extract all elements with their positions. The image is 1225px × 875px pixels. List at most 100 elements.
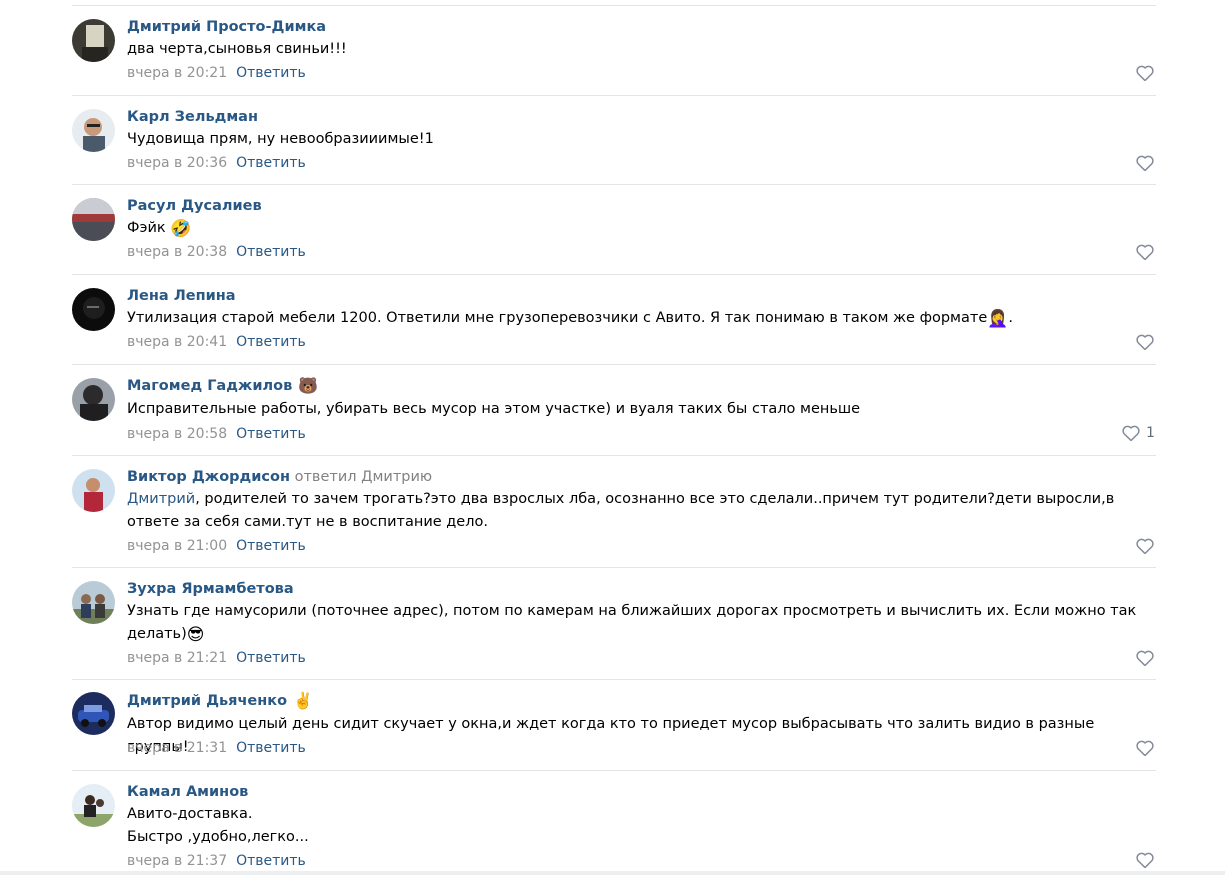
comment-text-body: Чудовища прям, ну невообразииимые!1	[127, 131, 434, 147]
comment-item: Дмитрий Дьяченко ✌️ Автор видимо целый де…	[72, 680, 1156, 771]
heart-outline-icon	[1136, 155, 1154, 171]
comment-time[interactable]: вчера в 20:38	[127, 244, 227, 260]
comment-text: Чудовища прям, ну невообразииимые!1	[127, 128, 1156, 151]
avatar[interactable]	[72, 692, 115, 735]
comment-item: Лена Лепина Утилизация старой мебели 120…	[72, 275, 1156, 365]
avatar[interactable]	[72, 198, 115, 241]
heart-outline-icon	[1136, 244, 1154, 260]
reply-button[interactable]: Ответить	[236, 853, 306, 869]
author-name[interactable]: Камал Аминов	[127, 784, 248, 800]
mention-link[interactable]: Дмитрий	[127, 491, 195, 507]
author-name[interactable]: Дмитрий Просто-Димка	[127, 19, 326, 35]
rofl-emoji: 🤣	[170, 219, 192, 239]
heart-outline-icon	[1136, 650, 1154, 666]
comment-item: Зухра Ярмамбетова Узнать где намусорили …	[72, 568, 1156, 680]
comment-meta: вчера в 21:37 Ответить	[127, 852, 306, 870]
comment-meta: вчера в 21:00 Ответить	[127, 537, 306, 555]
comment-text: Фэйк 🤣	[127, 217, 1156, 241]
comment-text: два черта,сыновья свиньи!!!	[127, 38, 1156, 61]
comment-time[interactable]: вчера в 21:37	[127, 853, 227, 869]
heart-outline-icon	[1136, 852, 1154, 868]
comment-meta: вчера в 20:38 Ответить	[127, 243, 306, 261]
like-button[interactable]	[1136, 740, 1154, 756]
comment-text-line: Авито-доставка.	[127, 806, 253, 822]
victory-hand-badge-icon: ✌️	[293, 691, 314, 710]
comment-text-tail: .	[1008, 310, 1014, 326]
author-name[interactable]: Карл Зельдман	[127, 109, 258, 125]
like-button[interactable]	[1136, 244, 1154, 260]
comment-text-body: Фэйк	[127, 220, 166, 236]
comment-text-body: Узнать где намусорили (поточнее адрес), …	[127, 603, 1137, 642]
author-line: Зухра Ярмамбетова	[127, 580, 294, 598]
reply-button[interactable]: Ответить	[236, 155, 306, 171]
author-line: Расул Дусалиев	[127, 197, 262, 215]
comment-text: Авито-доставка. Быстро ,удобно,легко...	[127, 803, 1156, 848]
like-button[interactable]: 1	[1122, 425, 1155, 441]
comment-time[interactable]: вчера в 20:21	[127, 65, 227, 81]
like-button[interactable]	[1136, 334, 1154, 350]
reply-button[interactable]: Ответить	[236, 426, 306, 442]
reply-button[interactable]: Ответить	[236, 650, 306, 666]
comment-text: Утилизация старой мебели 1200. Ответили …	[127, 307, 1156, 331]
author-line: Лена Лепина	[127, 287, 236, 305]
like-count: 1	[1146, 425, 1155, 441]
comment-time[interactable]: вчера в 21:21	[127, 650, 227, 666]
reply-button[interactable]: Ответить	[236, 244, 306, 260]
facepalm-emoji: 🤦‍♀️	[987, 309, 1009, 329]
comment-text: Исправительные работы, убирать весь мусо…	[127, 398, 1156, 421]
bear-badge-icon: 🐻	[298, 376, 319, 395]
comment-item: Магомед Гаджилов 🐻 Исправительные работы,…	[72, 365, 1156, 456]
comment-meta: вчера в 21:21 Ответить	[127, 649, 306, 667]
author-name[interactable]: Виктор Джордисон	[127, 469, 290, 485]
avatar[interactable]	[72, 19, 115, 62]
comment-meta: вчера в 20:41 Ответить	[127, 333, 306, 351]
heart-outline-icon	[1136, 538, 1154, 554]
replied-to-label[interactable]: ответил Дмитрию	[295, 469, 433, 485]
heart-outline-icon	[1136, 334, 1154, 350]
author-line: Карл Зельдман	[127, 108, 258, 126]
author-name[interactable]: Лена Лепина	[127, 288, 236, 304]
reply-button[interactable]: Ответить	[236, 538, 306, 554]
comment-meta: вчера в 21:31 Ответить	[127, 739, 306, 757]
comment-text: Дмитрий, родителей то зачем трогать?это …	[127, 488, 1156, 533]
avatar[interactable]	[72, 469, 115, 512]
comment-meta: вчера в 20:58 Ответить	[127, 425, 306, 443]
comment-time[interactable]: вчера в 20:36	[127, 155, 227, 171]
author-line: Магомед Гаджилов 🐻	[127, 377, 318, 395]
heart-outline-icon	[1136, 740, 1154, 756]
avatar[interactable]	[72, 109, 115, 152]
comment-text-line: Быстро ,удобно,легко...	[127, 828, 309, 845]
avatar[interactable]	[72, 378, 115, 421]
author-name[interactable]: Дмитрий Дьяченко	[127, 693, 287, 709]
author-name[interactable]: Расул Дусалиев	[127, 198, 262, 214]
author-line: Дмитрий Просто-Димка	[127, 18, 326, 36]
like-button[interactable]	[1136, 538, 1154, 554]
comment-time[interactable]: вчера в 20:58	[127, 426, 227, 442]
heart-outline-icon	[1122, 425, 1140, 441]
comment-item: Виктор Джордисон ответил Дмитрию Дмитрий…	[72, 456, 1156, 568]
avatar[interactable]	[72, 581, 115, 624]
like-button[interactable]	[1136, 155, 1154, 171]
avatar[interactable]	[72, 288, 115, 331]
comment-text-body: Утилизация старой мебели 1200. Ответили …	[127, 310, 988, 326]
comment-item: Карл Зельдман Чудовища прям, ну невообра…	[72, 96, 1156, 185]
comment-item: Камал Аминов Авито-доставка. Быстро ,удо…	[72, 771, 1156, 871]
comment-text: Узнать где намусорили (поточнее адрес), …	[127, 600, 1156, 646]
reply-button[interactable]: Ответить	[236, 65, 306, 81]
comment-time[interactable]: вчера в 21:00	[127, 538, 227, 554]
bottom-edge	[0, 871, 1225, 875]
like-button[interactable]	[1136, 650, 1154, 666]
author-name[interactable]: Магомед Гаджилов	[127, 378, 292, 394]
reply-button[interactable]: Ответить	[236, 740, 306, 756]
author-line: Камал Аминов	[127, 783, 248, 801]
heart-outline-icon	[1136, 65, 1154, 81]
reply-button[interactable]: Ответить	[236, 334, 306, 350]
comment-time[interactable]: вчера в 21:31	[127, 740, 227, 756]
comment-text-body: Исправительные работы, убирать весь мусо…	[127, 401, 861, 417]
like-button[interactable]	[1136, 852, 1154, 868]
author-name[interactable]: Зухра Ярмамбетова	[127, 581, 294, 597]
comment-text-body: , родителей то зачем трогать?это два взр…	[127, 491, 1115, 530]
comment-time[interactable]: вчера в 20:41	[127, 334, 227, 350]
avatar[interactable]	[72, 784, 115, 827]
like-button[interactable]	[1136, 65, 1154, 81]
